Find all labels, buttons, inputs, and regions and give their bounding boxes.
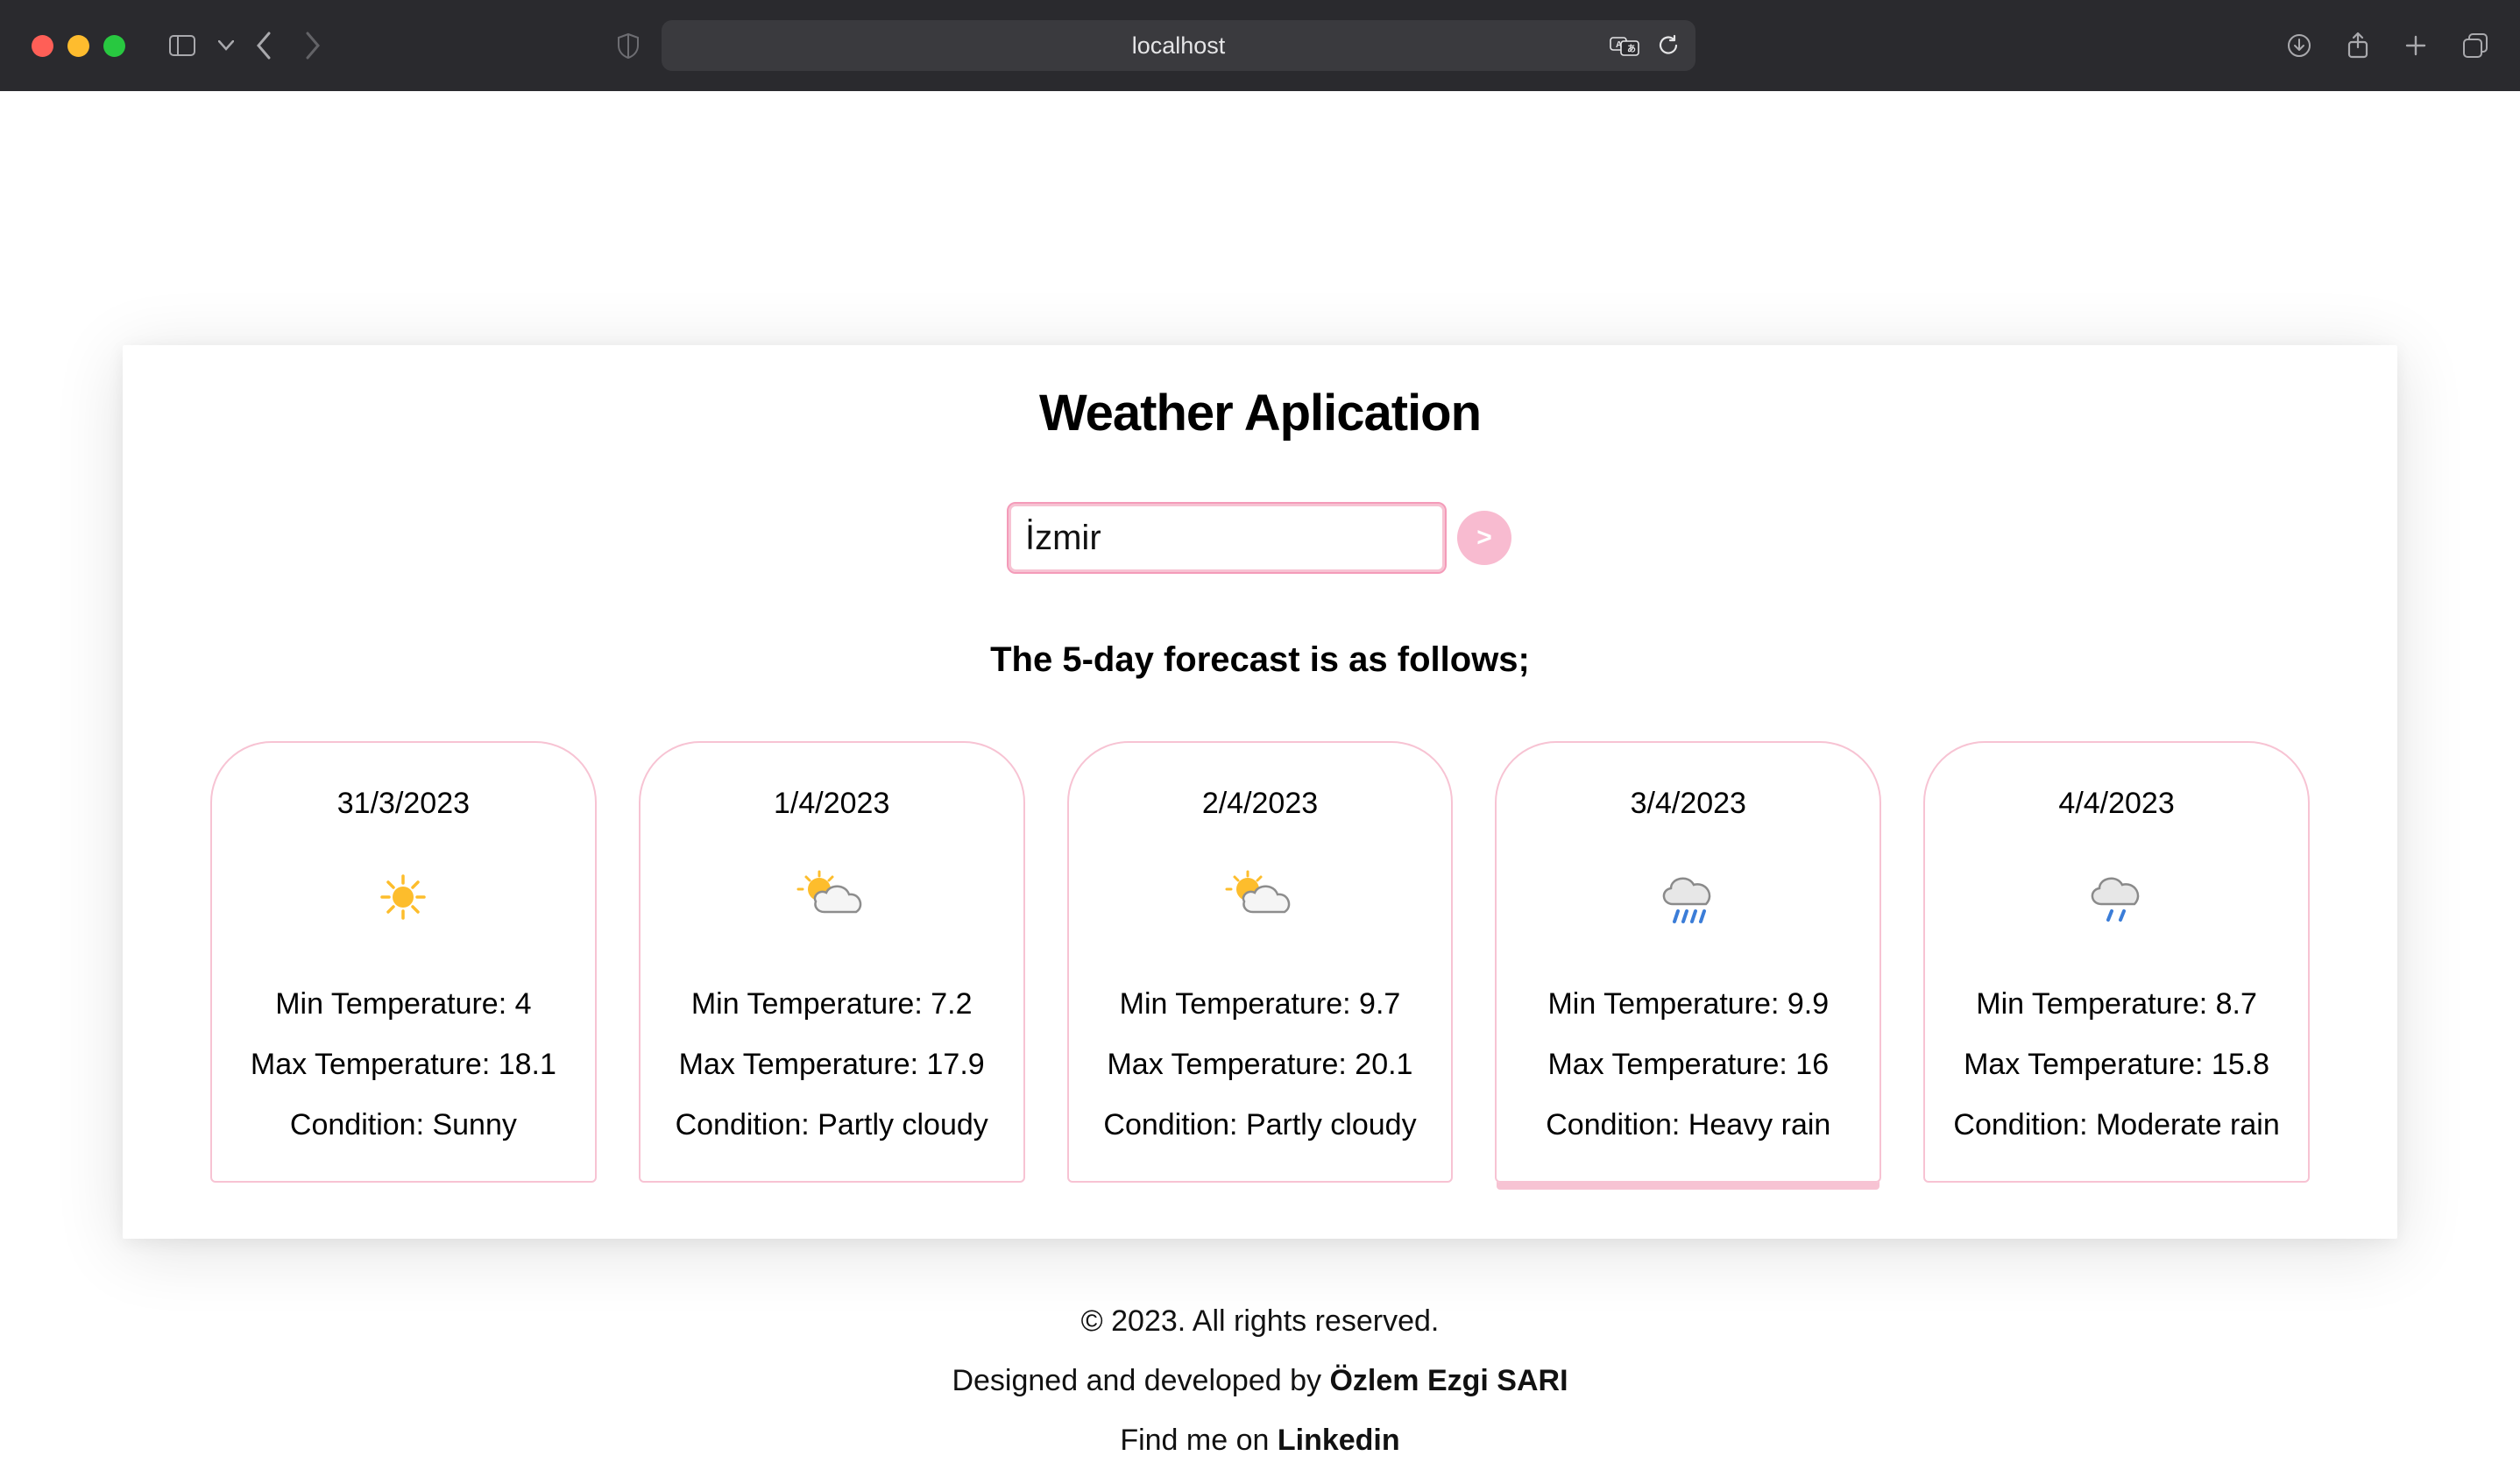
forecast-heading: The 5-day forecast is as follows;: [210, 640, 2310, 680]
forecast-date: 2/4/2023: [1202, 787, 1318, 821]
close-window-icon[interactable]: [32, 35, 53, 57]
chevron-down-icon[interactable]: [218, 40, 234, 51]
forecast-card[interactable]: 3/4/2023 Min Temperature: 9.9 Max Tempera…: [1495, 741, 1881, 1183]
forecast-icon-container: [1657, 863, 1720, 931]
submit-button[interactable]: >: [1457, 511, 1511, 565]
footer: © 2023. All rights reserved. Designed an…: [123, 1291, 2397, 1470]
condition: Condition: Partly cloudy: [1103, 1108, 1416, 1142]
url-text: localhost: [1132, 32, 1226, 60]
social-line: Find me on Linkedin: [123, 1410, 2397, 1470]
search-row: >: [210, 504, 2310, 572]
copyright-text: © 2023. All rights reserved.: [123, 1291, 2397, 1351]
weather-app-card: Weather Aplication > The 5-day forecast …: [123, 345, 2397, 1239]
forecast-icon-container: [1223, 863, 1297, 931]
min-temperature: Min Temperature: 9.9: [1546, 987, 1830, 1021]
svg-text:A: A: [1616, 40, 1622, 50]
min-temperature: Min Temperature: 8.7: [1953, 987, 2279, 1021]
window-controls: [32, 35, 125, 57]
max-temperature: Max Temperature: 16: [1546, 1048, 1830, 1082]
forecast-date: 3/4/2023: [1631, 787, 1746, 821]
translate-icon[interactable]: Aあ: [1610, 35, 1639, 56]
svg-text:あ: あ: [1627, 43, 1636, 54]
forecast-info: Min Temperature: 9.9 Max Temperature: 16 C…: [1546, 987, 1830, 1142]
forecast-card[interactable]: 31/3/2023 Min Temperature: 4 Max Temperat…: [210, 741, 597, 1183]
condition: Condition: Sunny: [251, 1108, 556, 1142]
maximize-window-icon[interactable]: [103, 35, 125, 57]
min-temperature: Min Temperature: 4: [251, 987, 556, 1021]
sun-icon: [379, 873, 428, 922]
browser-toolbar: localhost Aあ: [0, 0, 2520, 91]
forecast-date: 1/4/2023: [774, 787, 889, 821]
max-temperature: Max Temperature: 17.9: [676, 1048, 988, 1082]
forecast-date: 31/3/2023: [337, 787, 470, 821]
forecast-info: Min Temperature: 7.2 Max Temperature: 17.…: [676, 987, 988, 1142]
reload-icon[interactable]: [1657, 34, 1680, 57]
forecast-info: Min Temperature: 4 Max Temperature: 18.1 C…: [251, 987, 556, 1142]
shield-icon[interactable]: [616, 32, 641, 59]
forecast-card[interactable]: 2/4/2023 Min Temperature: 9.7 Max Tempera…: [1067, 741, 1454, 1183]
linkedin-link[interactable]: Linkedin: [1278, 1424, 1400, 1457]
forecast-cards: 31/3/2023 Min Temperature: 4 Max Temperat…: [210, 741, 2310, 1183]
condition: Condition: Moderate rain: [1953, 1108, 2279, 1142]
moderate-rain-icon: [2085, 866, 2148, 929]
max-temperature: Max Temperature: 18.1: [251, 1048, 556, 1082]
developer-credit: Designed and developed by Özlem Ezgi SAR…: [123, 1351, 2397, 1410]
city-input[interactable]: [1009, 504, 1445, 572]
forecast-info: Min Temperature: 8.7 Max Temperature: 15.…: [1953, 987, 2279, 1142]
condition: Condition: Partly cloudy: [676, 1108, 988, 1142]
forecast-icon-container: [2085, 863, 2148, 931]
new-tab-icon[interactable]: [2404, 32, 2427, 60]
max-temperature: Max Temperature: 15.8: [1953, 1048, 2279, 1082]
page-title: Weather Aplication: [210, 384, 2310, 442]
sidebar-icon[interactable]: [169, 35, 195, 56]
back-icon[interactable]: [255, 32, 273, 60]
forecast-card[interactable]: 1/4/2023 Min Temperature: 7.2 Max Tempera…: [639, 741, 1025, 1183]
partly-cloudy-icon: [795, 870, 868, 924]
forecast-icon-container: [379, 863, 428, 931]
forecast-date: 4/4/2023: [2058, 787, 2174, 821]
heavy-rain-icon: [1657, 866, 1720, 929]
forecast-info: Min Temperature: 9.7 Max Temperature: 20.…: [1103, 987, 1416, 1142]
url-bar[interactable]: localhost Aあ: [662, 20, 1695, 71]
partly-cloudy-icon: [1223, 870, 1297, 924]
min-temperature: Min Temperature: 9.7: [1103, 987, 1416, 1021]
downloads-icon[interactable]: [2287, 32, 2311, 60]
minimize-window-icon[interactable]: [67, 35, 89, 57]
max-temperature: Max Temperature: 20.1: [1103, 1048, 1416, 1082]
share-icon[interactable]: [2347, 32, 2369, 60]
forecast-icon-container: [795, 863, 868, 931]
forward-icon: [304, 32, 322, 60]
tabs-icon[interactable]: [2462, 32, 2488, 60]
condition: Condition: Heavy rain: [1546, 1108, 1830, 1142]
min-temperature: Min Temperature: 7.2: [676, 987, 988, 1021]
forecast-card[interactable]: 4/4/2023 Min Temperature: 8.7 Max Tempera…: [1923, 741, 2310, 1183]
